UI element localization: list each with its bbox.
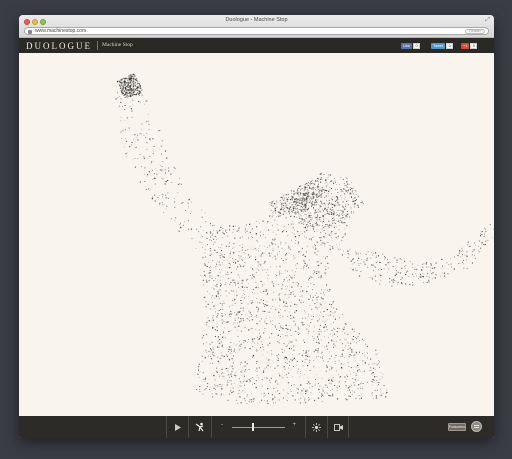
tweet-button[interactable]: Tweet [431, 42, 446, 49]
gplus-button[interactable]: +1 [461, 42, 470, 49]
like-button[interactable]: Like [401, 42, 412, 49]
site-logo[interactable]: DUOLOGUE [26, 41, 92, 51]
sound-icon[interactable] [471, 421, 482, 432]
point-cloud-figure [115, 73, 494, 405]
zoom-control: - + [211, 416, 305, 438]
control-group: - + [166, 416, 349, 438]
window-title: Duologue - Machine Stop [225, 17, 288, 23]
fullscreen-button[interactable]: Fullscreen [448, 423, 466, 431]
camera-button[interactable] [327, 416, 349, 438]
app-header: DUOLOGUE Machine Stop Like 0 Tweet 0 +1 … [19, 38, 494, 53]
play-icon [174, 423, 181, 431]
url-text[interactable]: www.machinestop.com [35, 28, 86, 35]
zoom-out-button[interactable]: - [221, 422, 223, 428]
page-subtitle: Machine Stop [102, 42, 133, 48]
zoom-in-button[interactable]: + [292, 422, 296, 428]
lighting-button[interactable] [305, 416, 327, 438]
gplus-widget[interactable]: +1 0 [461, 42, 478, 49]
facebook-like-widget[interactable]: Like 0 [401, 42, 421, 49]
camera-icon [333, 423, 343, 431]
player-toolbar: - + Fullscreen [19, 416, 494, 438]
zoom-slider-thumb[interactable] [251, 423, 254, 431]
site-favicon-icon [28, 29, 32, 34]
fullscreen-arrows-icon[interactable]: ⤢ [485, 17, 490, 24]
address-bar[interactable]: www.machinestop.com Reader [24, 27, 489, 35]
pose-button[interactable] [188, 416, 211, 438]
tweet-count: 0 [446, 42, 454, 49]
like-count: 0 [412, 42, 421, 49]
title-bar: Duologue - Machine Stop ⤢ www.machinesto… [19, 15, 494, 38]
sun-icon [312, 422, 321, 432]
divider [97, 41, 98, 50]
browser-window: Duologue - Machine Stop ⤢ www.machinesto… [19, 15, 494, 438]
zoom-slider-track[interactable] [232, 426, 285, 428]
tweet-widget[interactable]: Tweet 0 [431, 42, 454, 49]
play-button[interactable] [166, 416, 188, 438]
reader-button[interactable]: Reader [465, 28, 485, 34]
figure-pose-icon [195, 422, 204, 432]
point-cloud-canvas[interactable] [19, 53, 494, 416]
gplus-count: 0 [470, 42, 478, 49]
